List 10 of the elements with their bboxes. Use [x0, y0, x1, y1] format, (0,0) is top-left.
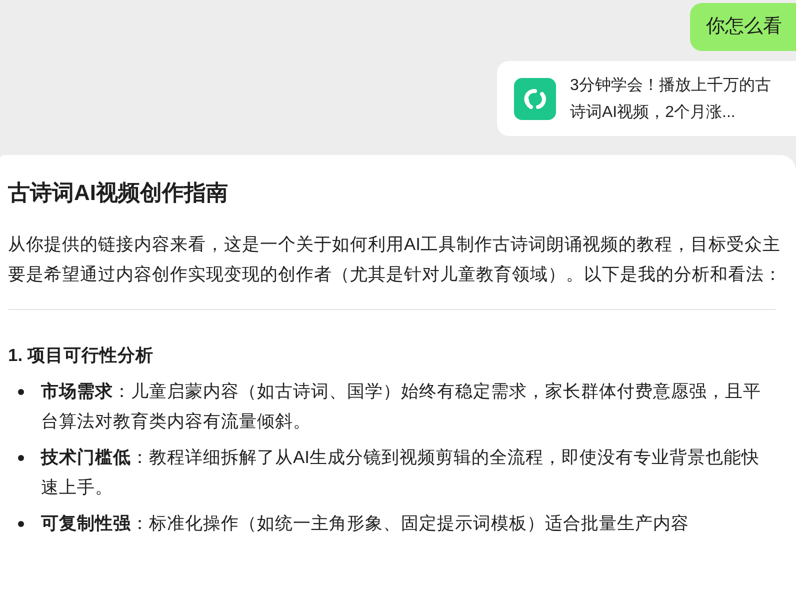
user-message-bubble: 你怎么看	[690, 3, 796, 51]
shared-link-card[interactable]: 3分钟学会！播放上千万的古诗词AI视频，2个月涨...	[497, 61, 796, 136]
link-title: 3分钟学会！播放上千万的古诗词AI视频，2个月涨...	[570, 76, 772, 122]
answer-title: 古诗词AI视频创作指南	[8, 179, 229, 207]
app-logo-icon	[514, 78, 556, 120]
intro-paragraph: 从你提供的链接内容来看，这是一个关于如何利用AI工具制作古诗词朗诵视频的教程，目标受众主要是希望通过内容创作实现变现的创作者（尤其是针对儿童教育领域）。以下是我的分析和看法：	[8, 233, 783, 286]
bullet-text: 技术门槛低：教程详细拆解了从AI生成分镜到视频剪辑的全流程，即使没有专业背景也能快速上手。	[41, 446, 761, 499]
section-heading: 1. 项目可行性分析	[8, 344, 154, 367]
bullet-text: 可复制性强：标准化操作（如统一主角形象、固定提示词模板）适合批量生产内容	[41, 512, 690, 535]
bullet-text: 市场需求：儿童启蒙内容（如古诗词、国学）始终有稳定需求，家长群体付费意愿强，且平台算法对教育类内容有流量倾斜。	[41, 380, 762, 433]
